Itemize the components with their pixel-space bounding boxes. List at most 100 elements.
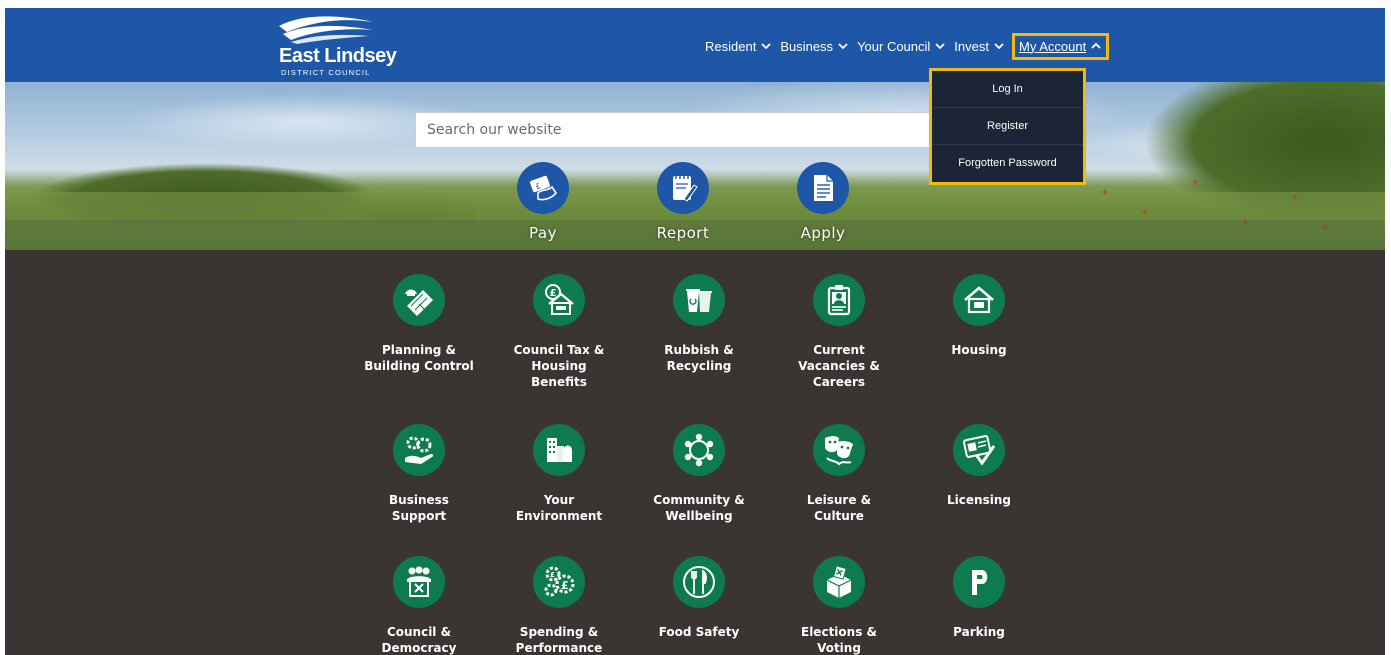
quick-link-pay[interactable]: £ Pay bbox=[503, 162, 583, 242]
services-grid: Planning & Building Control £ Council Ta… bbox=[5, 250, 1385, 655]
svg-text:£: £ bbox=[561, 579, 569, 592]
nav-resident-label: Resident bbox=[705, 38, 757, 54]
chevron-down-icon bbox=[838, 43, 848, 50]
service-council-democracy[interactable]: Council & Democracy bbox=[349, 556, 489, 655]
service-spending-circle: £ £ bbox=[533, 556, 585, 608]
service-licensing[interactable]: Licensing bbox=[909, 424, 1049, 508]
quick-link-report[interactable]: Report bbox=[643, 162, 723, 242]
quick-link-apply[interactable]: Apply bbox=[783, 162, 863, 242]
site-header: East Lindsey DISTRICT COUNCIL Resident B… bbox=[5, 8, 1385, 82]
my-account-menu: Log In Register Forgotten Password bbox=[929, 68, 1086, 185]
service-parking-label: Parking bbox=[953, 625, 1005, 639]
service-community-label: Community & Wellbeing bbox=[653, 493, 745, 523]
service-parking-circle bbox=[953, 556, 1005, 608]
service-business-support-circle bbox=[393, 424, 445, 476]
service-council-tax-circle: £ bbox=[533, 274, 585, 326]
service-leisure[interactable]: Leisure & Culture bbox=[769, 424, 909, 524]
chevron-up-icon bbox=[1091, 42, 1101, 49]
service-food-safety[interactable]: Food Safety bbox=[629, 556, 769, 640]
service-environment-circle bbox=[533, 424, 585, 476]
service-housing-label: Housing bbox=[951, 343, 1007, 357]
council-tax-house-icon: £ bbox=[545, 284, 574, 315]
nav-your-council[interactable]: Your Council bbox=[857, 39, 946, 54]
quick-link-report-circle bbox=[657, 162, 709, 214]
svg-text:£: £ bbox=[550, 571, 555, 579]
logo-subtitle: DISTRICT COUNCIL bbox=[281, 68, 371, 77]
chevron-down-icon bbox=[935, 43, 945, 50]
licence-card-icon bbox=[962, 435, 996, 466]
service-food-safety-label: Food Safety bbox=[658, 625, 740, 639]
community-circle-icon bbox=[684, 433, 714, 467]
hero-banner: £ Pay Report bbox=[5, 82, 1385, 250]
menu-item-register[interactable]: Register bbox=[932, 108, 1083, 145]
chevron-down-icon bbox=[994, 43, 1004, 50]
service-vacancies-label: Current Vacancies & Careers bbox=[798, 343, 880, 389]
service-leisure-circle bbox=[813, 424, 865, 476]
main-nav: Resident Business Your Council Invest My… bbox=[705, 32, 1114, 60]
service-housing[interactable]: Housing bbox=[909, 274, 1049, 358]
service-food-safety-circle bbox=[673, 556, 725, 608]
service-housing-circle bbox=[953, 274, 1005, 326]
id-badge-icon bbox=[827, 285, 851, 316]
card-payment-icon: £ bbox=[530, 175, 557, 201]
logo-name: East Lindsey bbox=[279, 45, 397, 67]
service-planning-label: Planning & Building Control bbox=[364, 343, 474, 373]
service-licensing-circle bbox=[953, 424, 1005, 476]
document-icon bbox=[814, 175, 833, 201]
quick-link-apply-label: Apply bbox=[800, 224, 846, 242]
chevron-down-icon bbox=[761, 43, 771, 50]
nav-my-account-label: My Account bbox=[1018, 38, 1087, 54]
search-box bbox=[415, 112, 975, 148]
service-council-tax[interactable]: £ Council Tax & Housing Benefits bbox=[489, 274, 629, 390]
service-vacancies[interactable]: Current Vacancies & Careers bbox=[769, 274, 909, 390]
ballot-box-icon bbox=[826, 565, 852, 598]
nav-business-label: Business bbox=[780, 38, 834, 54]
knife-fork-icon bbox=[683, 566, 715, 598]
pound-gears-icon: £ £ bbox=[544, 566, 575, 597]
service-spending-label: Spending & Performance bbox=[515, 625, 603, 655]
page: East Lindsey DISTRICT COUNCIL Resident B… bbox=[5, 8, 1385, 655]
service-elections-circle bbox=[813, 556, 865, 608]
search-input[interactable] bbox=[416, 122, 916, 138]
nav-my-account[interactable]: My Account bbox=[1011, 32, 1110, 60]
service-elections[interactable]: Elections & Voting bbox=[769, 556, 909, 655]
nav-invest[interactable]: Invest bbox=[954, 39, 1005, 54]
service-parking[interactable]: Parking bbox=[909, 556, 1049, 640]
nav-business[interactable]: Business bbox=[780, 39, 849, 54]
quick-link-pay-circle: £ bbox=[517, 162, 569, 214]
service-elections-label: Elections & Voting bbox=[801, 625, 877, 655]
service-rubbish-circle bbox=[673, 274, 725, 326]
buildings-icon bbox=[547, 438, 572, 462]
quick-link-apply-circle bbox=[797, 162, 849, 214]
menu-item-log-in[interactable]: Log In bbox=[932, 71, 1083, 108]
service-vacancies-circle bbox=[813, 274, 865, 326]
service-rubbish-label: Rubbish & Recycling bbox=[664, 343, 734, 373]
service-council-democracy-circle bbox=[393, 556, 445, 608]
planning-icon bbox=[405, 289, 433, 316]
service-environment[interactable]: Your Environment bbox=[489, 424, 629, 524]
service-business-support[interactable]: Business Support bbox=[349, 424, 489, 524]
nav-invest-label: Invest bbox=[954, 38, 989, 54]
service-licensing-label: Licensing bbox=[947, 493, 1011, 507]
service-rubbish[interactable]: Rubbish & Recycling bbox=[629, 274, 769, 374]
service-planning[interactable]: Planning & Building Control bbox=[349, 274, 489, 374]
gears-hand-icon bbox=[405, 436, 434, 464]
nav-your-council-label: Your Council bbox=[857, 38, 931, 54]
quick-link-report-label: Report bbox=[656, 224, 710, 242]
service-community[interactable]: Community & Wellbeing bbox=[629, 424, 769, 524]
service-council-tax-label: Council Tax & Housing Benefits bbox=[513, 343, 605, 389]
service-environment-label: Your Environment bbox=[515, 493, 603, 523]
parking-icon bbox=[972, 570, 988, 595]
nav-resident[interactable]: Resident bbox=[705, 39, 772, 54]
menu-item-forgotten-password[interactable]: Forgotten Password bbox=[932, 145, 1083, 182]
council-logo[interactable]: East Lindsey DISTRICT COUNCIL bbox=[275, 16, 397, 77]
people-ballot-icon bbox=[407, 566, 431, 597]
service-business-support-label: Business Support bbox=[389, 493, 449, 523]
quick-link-pay-label: Pay bbox=[529, 224, 557, 242]
service-community-circle bbox=[673, 424, 725, 476]
bins-icon bbox=[686, 289, 712, 312]
service-spending[interactable]: £ £ Spending & Performance bbox=[489, 556, 629, 655]
house-icon bbox=[964, 286, 994, 314]
service-council-democracy-label: Council & Democracy bbox=[381, 625, 457, 655]
service-leisure-label: Leisure & Culture bbox=[806, 493, 872, 523]
